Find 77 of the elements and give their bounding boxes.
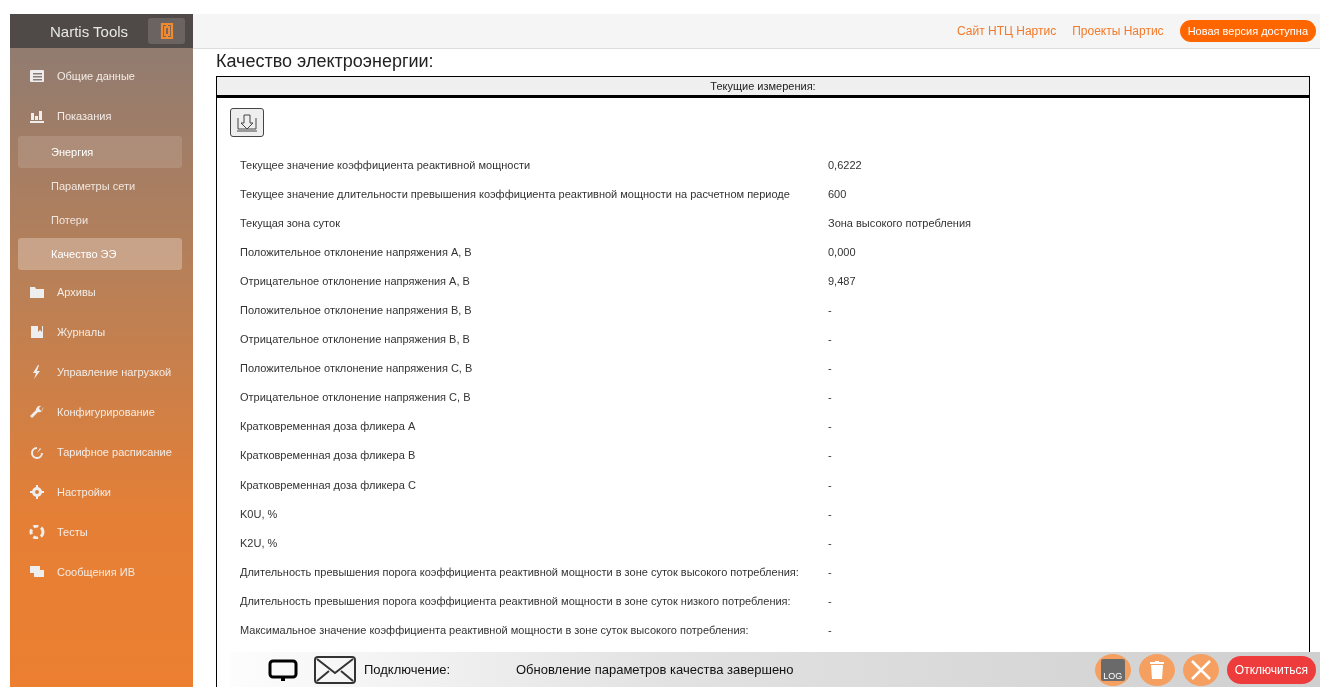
sidebar-item[interactable]: Настройки <box>10 472 193 512</box>
parameter-value: - <box>828 624 832 637</box>
folder-icon <box>29 285 45 299</box>
parameter-value: - <box>828 507 832 520</box>
delete-button[interactable] <box>1138 653 1175 686</box>
log-file-icon: LOG <box>1100 658 1125 681</box>
parameter-value: - <box>828 565 832 578</box>
sidebar-subitem[interactable]: Качество ЭЭ <box>18 238 182 270</box>
parameter-value: 0,6222 <box>828 158 862 171</box>
parameter-label: Кратковременная доза фликера B <box>240 449 417 462</box>
status-message: Обновление параметров качества завершено <box>516 662 794 677</box>
sidebar-item[interactable]: Тарифное расписание <box>10 432 193 472</box>
parameter-value: 600 <box>828 187 847 200</box>
tests-icon <box>29 525 45 539</box>
wrench-icon <box>29 405 45 419</box>
log-button[interactable]: LOG <box>1094 653 1131 686</box>
monitor-icon <box>268 657 298 682</box>
parameter-label: Отрицательное отклонение напряжения B, В <box>240 333 471 346</box>
parameter-label: Положительное отклонение напряжения A, В <box>240 245 473 258</box>
sidebar-subitem[interactable]: Энергия <box>18 136 182 168</box>
sidebar-item[interactable]: Конфигурирование <box>10 392 193 432</box>
envelope-icon <box>314 655 356 684</box>
parameter-label: Длительность превышения порога коэффициента реактивной мощности в зоне суток высокого потребления: <box>240 565 800 578</box>
header-link[interactable]: Проекты Нартис <box>1072 24 1164 38</box>
parameter-value: - <box>828 391 832 404</box>
sidebar-item[interactable]: Общие данные <box>10 56 193 96</box>
sidebar-item[interactable]: Показания <box>10 96 193 136</box>
close-button[interactable] <box>1182 653 1219 686</box>
sidebar-item[interactable]: Журналы <box>10 312 193 352</box>
parameter-value: - <box>828 362 832 375</box>
sidebar-item[interactable]: Архивы <box>10 272 193 312</box>
logo-icon <box>158 22 175 40</box>
download-button[interactable] <box>230 108 264 137</box>
chat-icon <box>29 565 45 579</box>
parameter-value: - <box>828 478 832 491</box>
parameter-label: K0U, % <box>240 507 279 520</box>
bars-icon <box>29 109 45 123</box>
trash-icon <box>1149 660 1164 679</box>
parameter-label: Кратковременная доза фликера A <box>240 420 417 433</box>
parameter-label: Текущее значение коэффициента реактивной мощности <box>240 158 532 171</box>
parameter-value: Зона высокого потребления <box>828 216 971 229</box>
logo-button[interactable] <box>148 18 185 44</box>
parameter-value: - <box>828 420 832 433</box>
parameter-value: - <box>828 304 832 316</box>
parameter-label: K2U, % <box>240 536 279 549</box>
sidebar-subitem[interactable]: Параметры сети <box>18 170 182 202</box>
parameter-value: 9,487 <box>828 274 856 287</box>
parameter-label: Текущее значение длительности превышения коэффициента реактивной мощности на расчетном периоде <box>240 187 791 200</box>
book-icon <box>29 325 45 339</box>
parameter-label: Кратковременная доза фликера C <box>240 478 417 491</box>
parameter-value: - <box>828 333 832 346</box>
connection-label: Подключение: <box>364 662 452 677</box>
parameter-label: Отрицательное отклонение напряжения C, В <box>240 391 472 404</box>
panel-caption: Текущие измерения: <box>217 77 1309 98</box>
parameter-label: Длительность превышения порога коэффициента реактивной мощности в зоне суток низкого потребления: <box>240 594 792 607</box>
parameter-label: Отрицательное отклонение напряжения A, В <box>240 274 471 287</box>
parameter-value: 0,000 <box>828 245 856 258</box>
parameter-label: Положительное отклонение напряжения B, В <box>240 304 473 316</box>
sidebar-item[interactable]: Тесты <box>10 512 193 552</box>
parameter-label: Положительное отклонение напряжения C, В <box>240 362 474 375</box>
parameter-value: - <box>828 536 832 549</box>
parameter-value: - <box>828 449 832 462</box>
header-link[interactable]: Сайт НТЦ Нартис <box>957 24 1057 38</box>
download-icon <box>234 111 260 134</box>
parameter-label: Максимальное значение коэффициента реактивной мощности в зоне суток высокого потребления: <box>240 624 750 637</box>
parameter-label: Текущая зона суток <box>240 216 341 229</box>
new-version-button[interactable]: Новая версия доступна <box>1179 20 1316 42</box>
sidebar-item[interactable]: Управление нагрузкой <box>10 352 193 392</box>
timer-icon <box>29 445 45 459</box>
parameter-value: - <box>828 594 832 607</box>
sidebar-subitem[interactable]: Потери <box>18 204 182 236</box>
close-icon <box>1189 658 1212 681</box>
app-title: Nartis Tools <box>50 22 129 40</box>
list-icon <box>29 69 45 83</box>
page-title: Качество электроэнергии: <box>216 51 435 72</box>
sidebar-item[interactable]: Сообщения ИВ <box>10 552 193 592</box>
disconnect-button[interactable]: Отключиться <box>1226 655 1316 684</box>
